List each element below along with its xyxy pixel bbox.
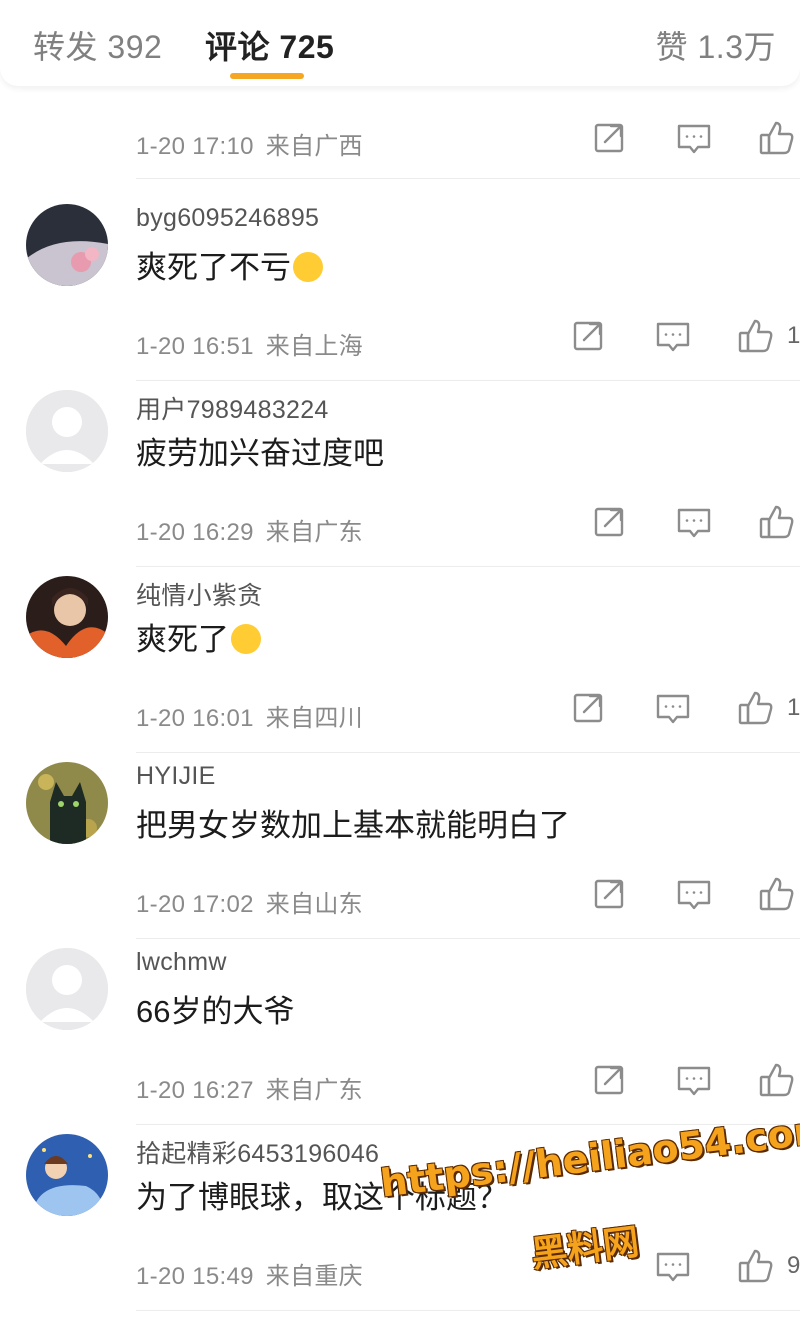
thumbs-up-icon[interactable] [737, 316, 775, 356]
comment-meta: 1-20 17:10 来自广西 [136, 126, 363, 161]
comment-actions [540, 874, 800, 914]
divider [136, 1310, 800, 1311]
active-tab-indicator [230, 73, 304, 79]
thumbs-up-icon[interactable] [758, 502, 796, 542]
comment-text: 把男女岁数加上基本就能明白了 [136, 808, 570, 843]
divider [136, 1124, 800, 1125]
comment-location: 来自广西 [265, 133, 363, 160]
comment-icon[interactable] [675, 118, 713, 158]
thumbs-up-icon[interactable] [758, 1060, 796, 1100]
comment-time: 1-20 17:02 [136, 891, 254, 918]
divider [136, 938, 800, 939]
comment-icon[interactable] [675, 874, 713, 914]
comment-text: 66岁的大爷 [136, 994, 295, 1029]
comment-actions: 1 [540, 316, 800, 356]
comment-time: 1-20 16:29 [136, 519, 254, 546]
thinking-face-emoji [231, 624, 261, 654]
repost-icon[interactable] [591, 874, 629, 914]
comment-actions [540, 502, 800, 542]
repost-icon[interactable] [591, 502, 629, 542]
repost-icon[interactable] [570, 316, 608, 356]
repost-icon[interactable] [570, 688, 608, 728]
divider [136, 380, 800, 381]
comment-item: 用户7989483224 疲劳加兴奋过度吧 1-20 16:29 来自广东 [0, 390, 800, 576]
comment-location: 来自重庆 [265, 1263, 363, 1290]
avatar[interactable] [26, 576, 108, 658]
comment-location: 来自上海 [265, 333, 363, 360]
comment-meta: 1-20 17:02 来自山东 [136, 884, 363, 919]
thumbs-up-icon[interactable] [758, 874, 796, 914]
comment-location: 来自广东 [265, 1077, 363, 1104]
username[interactable]: byg6095246895 [136, 204, 319, 233]
divider [136, 178, 800, 179]
thumbs-up-icon[interactable] [737, 1246, 775, 1286]
like-count: 1 [787, 694, 800, 721]
tab-bar: 转发 392 评论 725 赞 1.3万 [0, 0, 800, 86]
comment-icon[interactable] [675, 1060, 713, 1100]
comment-icon[interactable] [654, 1246, 692, 1286]
comment-location: 来自广东 [265, 519, 363, 546]
repost-icon[interactable] [591, 118, 629, 158]
comment-time: 1-20 17:10 [136, 133, 254, 160]
comment-time: 1-20 16:27 [136, 1077, 254, 1104]
divider [136, 566, 800, 567]
comment-icon[interactable] [654, 316, 692, 356]
comment-location: 来自四川 [265, 705, 363, 732]
comment-icon[interactable] [654, 688, 692, 728]
username[interactable]: 拾起精彩6453196046 [136, 1134, 379, 1170]
comment-icon[interactable] [675, 502, 713, 542]
thumbs-up-icon[interactable] [737, 688, 775, 728]
comment-item: lwchmw 66岁的大爷 1-20 16:27 来自广东 [0, 948, 800, 1134]
comment-time: 1-20 15:49 [136, 1263, 254, 1290]
repost-icon[interactable] [591, 1060, 629, 1100]
comment-meta: 1-20 16:29 来自广东 [136, 512, 363, 547]
comment-item: 纯情小紫贪 爽死了 1-20 16:01 来自四川 1 [0, 576, 800, 762]
username[interactable]: 纯情小紫贪 [136, 576, 263, 612]
comment-location: 来自山东 [265, 891, 363, 918]
comment-text: 为了博眼球，取这个标题？ [136, 1180, 508, 1215]
comment-actions [540, 1060, 800, 1100]
avatar[interactable] [26, 948, 108, 1030]
comment-list: 1-20 17:10 来自广西 byg6095246895 爽死了不亏 1-20 … [0, 0, 800, 1317]
divider [136, 752, 800, 753]
comment-meta: 1-20 16:01 来自四川 [136, 698, 363, 733]
comment-meta: 1-20 15:49 来自重庆 [136, 1256, 363, 1291]
username[interactable]: HYIJIE [136, 762, 216, 791]
comment-text: 爽死了不亏 [136, 242, 323, 287]
avatar[interactable] [26, 204, 108, 286]
comment-meta: 1-20 16:51 来自上海 [136, 326, 363, 361]
comment-item: byg6095246895 爽死了不亏 1-20 16:51 来自上海 1 [0, 204, 800, 390]
avatar[interactable] [26, 390, 108, 472]
tab-like[interactable]: 赞 1.3万 [656, 22, 776, 68]
comment-actions: 1 [540, 688, 800, 728]
comment-time: 1-20 16:01 [136, 705, 254, 732]
tab-repost[interactable]: 转发 392 [33, 22, 162, 68]
comment-time: 1-20 16:51 [136, 333, 254, 360]
like-count: 1 [787, 322, 800, 349]
comment-meta: 1-20 16:27 来自广东 [136, 1070, 363, 1105]
like-count: 9 [787, 1252, 800, 1279]
comment-actions: 9 [540, 1246, 800, 1286]
comment-actions [540, 118, 800, 158]
avatar[interactable] [26, 1134, 108, 1216]
comment-text: 疲劳加兴奋过度吧 [136, 436, 384, 471]
comment-item: 拾起精彩6453196046 为了博眼球，取这个标题？ 1-20 15:49 来自… [0, 1134, 800, 1317]
thumbs-up-icon[interactable] [758, 118, 796, 158]
crying-face-emoji [293, 252, 323, 282]
username[interactable]: 用户7989483224 [136, 390, 329, 426]
comment-item: HYIJIE 把男女岁数加上基本就能明白了 1-20 17:02 来自山东 [0, 762, 800, 948]
tab-comment[interactable]: 评论 725 [205, 22, 334, 68]
comment-text: 爽死了 [136, 614, 261, 659]
avatar[interactable] [26, 762, 108, 844]
username[interactable]: lwchmw [136, 948, 227, 977]
